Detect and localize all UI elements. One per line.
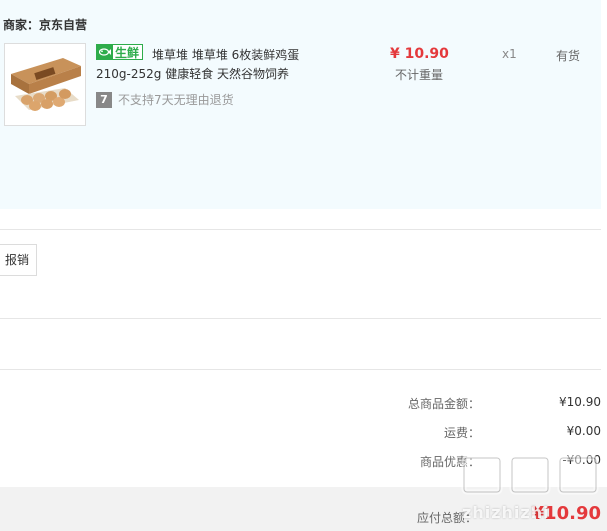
fresh-badge-label: 生鲜	[115, 46, 140, 60]
product-price: ¥ 10.90	[390, 46, 449, 62]
weight-note: 不计重量	[395, 68, 444, 82]
stock-status: 有货	[556, 49, 581, 63]
return-policy: 7 不支持7天无理由退货	[96, 91, 234, 108]
fish-icon	[97, 45, 113, 59]
merchant-label: 商家：京东自营	[3, 18, 88, 32]
reimburse-button[interactable]: 报销	[0, 244, 37, 276]
summary-value: ¥10.90	[559, 395, 601, 409]
product-image[interactable]	[4, 43, 86, 126]
product-name-line1[interactable]: 堆草堆 堆草堆 6枚装鲜鸡蛋	[152, 46, 299, 63]
fresh-badge: 生鲜	[96, 44, 143, 60]
section-divider	[0, 369, 601, 370]
return-policy-label: 不支持7天无理由退货	[118, 93, 234, 107]
summary-value: ¥0.00	[566, 424, 601, 438]
summary-label: 总商品金额：	[407, 397, 480, 411]
summary-row-total: 总商品金额： ¥10.90	[301, 395, 601, 411]
no-return-7-icon: 7	[96, 91, 112, 108]
summary-row-shipping: 运费： ¥0.00	[301, 424, 601, 440]
section-divider	[0, 318, 601, 319]
product-name-line2[interactable]: 210g-252g 健康轻食 天然谷物饲养	[96, 65, 289, 82]
section-divider	[0, 229, 601, 230]
summary-label: 运费：	[443, 426, 480, 440]
product-quantity: x1	[502, 47, 517, 61]
watermark-text: zhizhizhi	[462, 503, 550, 522]
watermark-logo-icon	[461, 454, 599, 495]
egg-box-image	[5, 44, 85, 125]
order-item-panel: 商家：京东自营 生鲜 堆草堆 堆草堆 6枚装鲜鸡蛋 210g-252g 健康轻食…	[0, 0, 601, 209]
